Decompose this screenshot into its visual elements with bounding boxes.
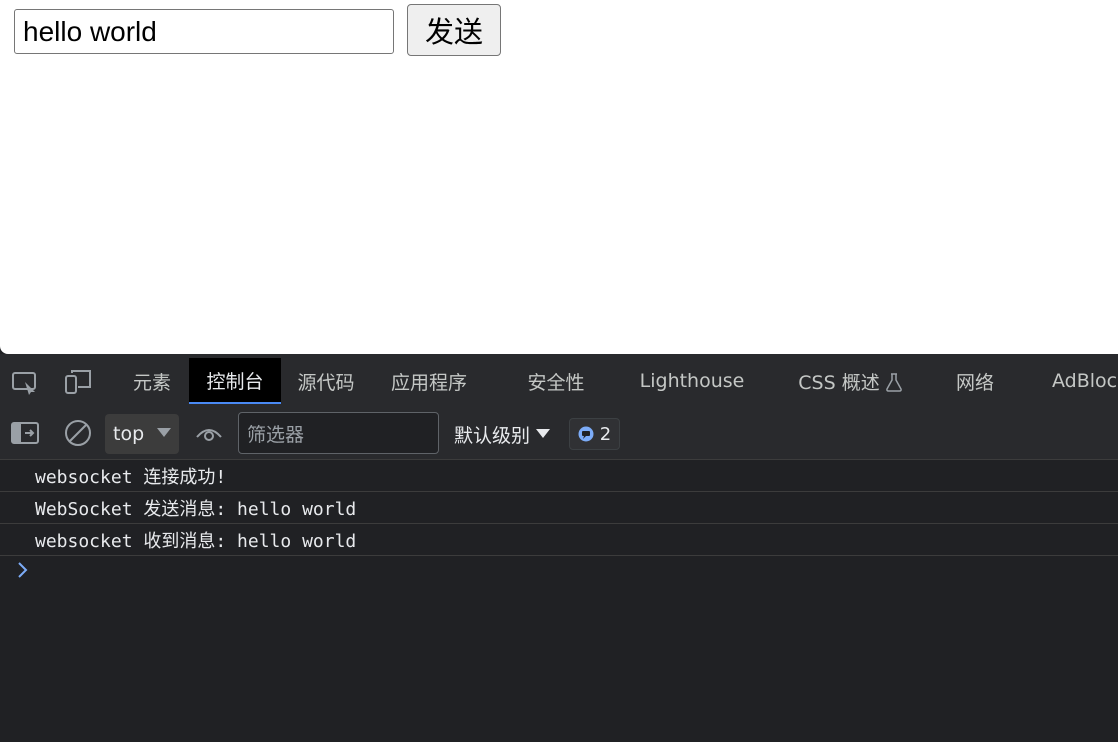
context-select[interactable]: top	[105, 414, 179, 454]
filter-input[interactable]: 筛选器	[238, 412, 439, 454]
tab-console[interactable]: 控制台	[189, 358, 281, 404]
tab-css-overview[interactable]: CSS 概述	[790, 358, 888, 404]
console-prompt-icon[interactable]	[16, 560, 30, 580]
issues-badge[interactable]: 2	[569, 418, 620, 450]
log-entry: websocket 连接成功!	[0, 460, 1118, 492]
tab-application[interactable]: 应用程序	[380, 358, 478, 404]
tab-security[interactable]: 安全性	[514, 358, 598, 404]
tab-sources[interactable]: 源代码	[288, 358, 364, 404]
show-sidebar-icon[interactable]	[11, 421, 39, 445]
clear-console-icon[interactable]	[63, 418, 93, 448]
devtools-panel: 元素 控制台 源代码 应用程序 安全性 Lighthouse CSS 概述 网络…	[0, 354, 1118, 742]
context-select-value: top	[113, 423, 145, 445]
tab-network[interactable]: 网络	[944, 358, 1006, 404]
console-log: websocket 连接成功! WebSocket 发送消息: hello wo…	[0, 460, 1118, 556]
page-viewport: hello world 发送	[0, 0, 1118, 354]
device-toolbar-icon[interactable]	[64, 368, 92, 396]
caret-down-icon	[536, 429, 551, 438]
devtools-tabbar: 元素 控制台 源代码 应用程序 安全性 Lighthouse CSS 概述 网络…	[0, 354, 1118, 408]
eye-icon[interactable]	[196, 423, 222, 443]
log-entry: websocket 收到消息: hello world	[0, 524, 1118, 556]
inspect-element-icon[interactable]	[11, 368, 39, 396]
log-levels-label: 默认级别	[454, 424, 531, 447]
log-entry: WebSocket 发送消息: hello world	[0, 492, 1118, 524]
chevron-down-icon	[157, 428, 171, 437]
tab-elements[interactable]: 元素	[118, 358, 186, 404]
tab-css-overview-label: CSS 概述	[798, 371, 880, 394]
message-icon	[578, 426, 594, 442]
send-button[interactable]: 发送	[407, 4, 501, 56]
tab-lighthouse[interactable]: Lighthouse	[636, 358, 748, 404]
experiment-flask-icon	[886, 373, 902, 392]
issues-count: 2	[599, 423, 612, 445]
tab-adblock[interactable]: AdBlock	[1044, 358, 1118, 404]
message-input[interactable]: hello world	[14, 9, 394, 54]
log-levels-dropdown[interactable]: 默认级别	[454, 414, 551, 454]
console-toolbar: top 筛选器 默认级别 2	[0, 408, 1118, 460]
